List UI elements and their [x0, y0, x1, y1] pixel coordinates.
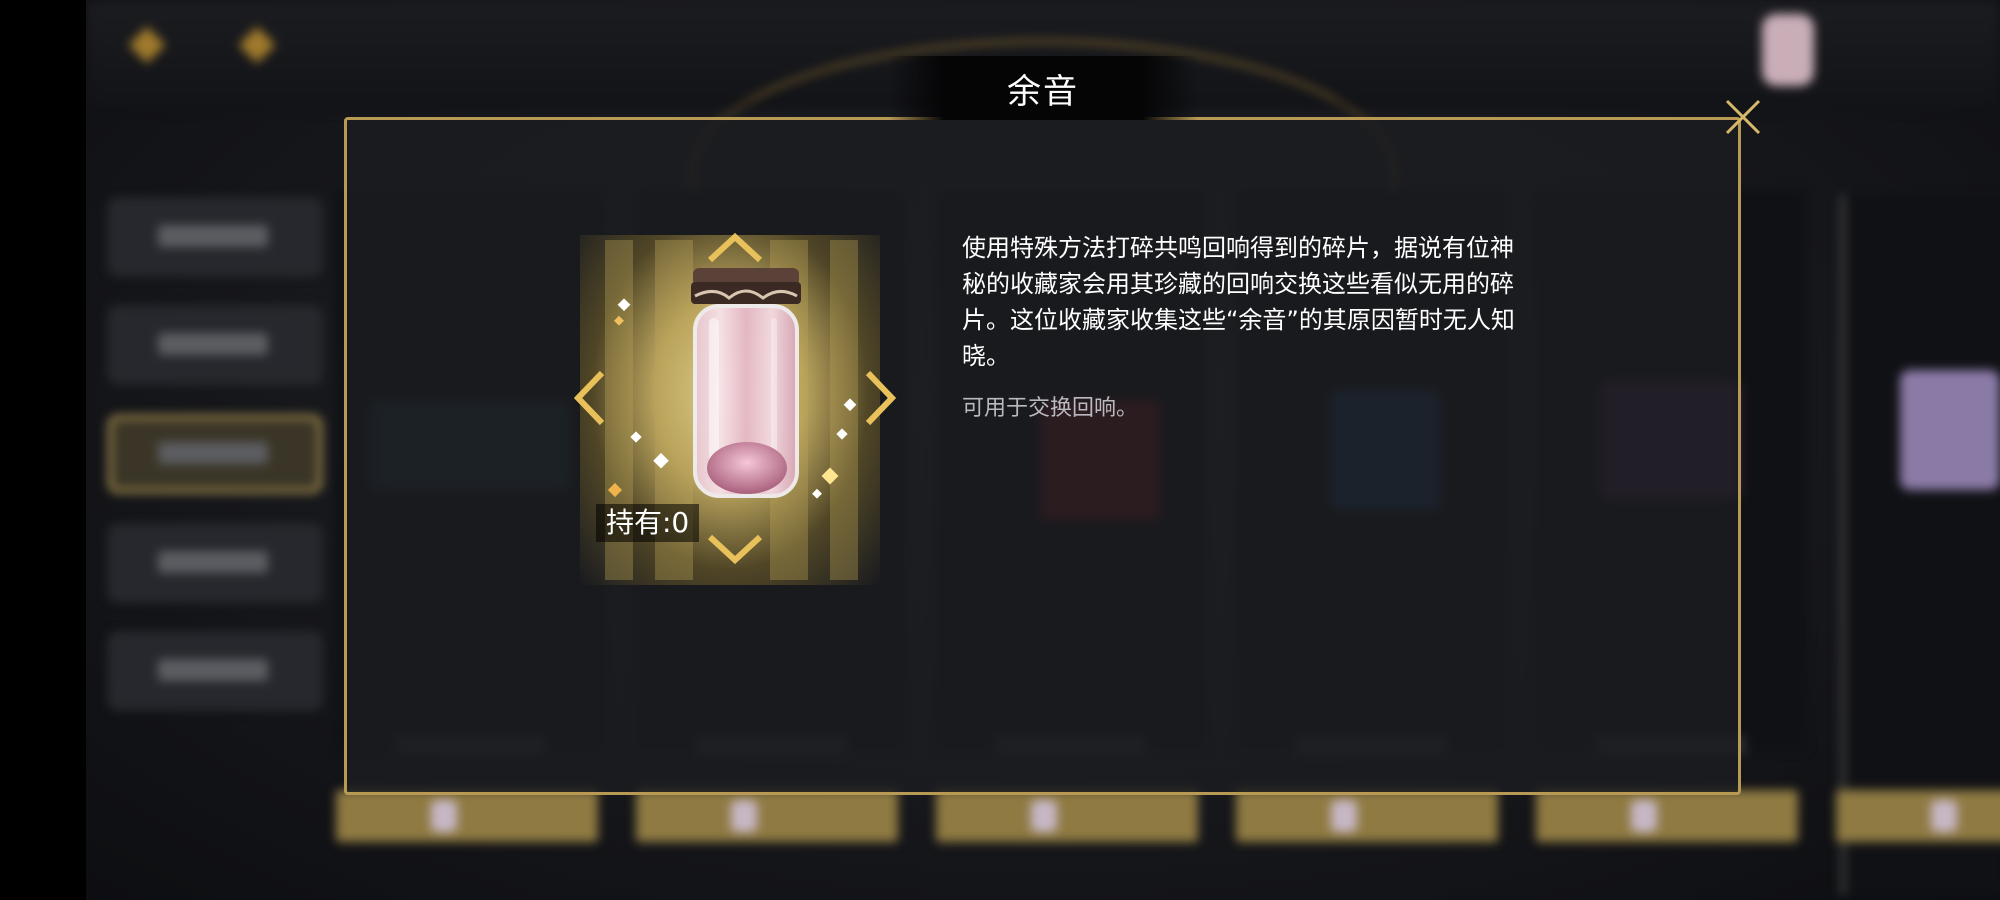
- bg-side-button: [108, 415, 322, 493]
- close-icon[interactable]: [1722, 96, 1764, 138]
- bg-side-button: [108, 632, 322, 710]
- bg-side-button: [108, 524, 322, 602]
- bg-side-button: [108, 198, 322, 276]
- item-detail-dialog: [344, 117, 1741, 795]
- held-count-label: 持有:0: [596, 504, 700, 542]
- dialog-title: 余音: [1007, 71, 1079, 112]
- bg-gold-button: [636, 790, 898, 842]
- item-description: 使用特殊方法打碎共鸣回响得到的碎片，据说有位神秘的收藏家会用其珍藏的回响交换这些…: [962, 234, 1515, 370]
- bg-avatar: [1762, 14, 1814, 86]
- bg-side-button: [108, 306, 322, 384]
- left-letterbox: [0, 0, 86, 900]
- bg-gold-button: [936, 790, 1198, 842]
- bg-gold-button: [1236, 790, 1498, 842]
- glass-jar-icon: [691, 268, 801, 498]
- bg-item-image: [1900, 370, 2000, 490]
- bg-gold-button: [1536, 790, 1798, 842]
- bg-gold-button: [336, 790, 598, 842]
- item-usage-text: 可用于交换回响。: [962, 396, 1139, 421]
- dialog-title-bar: 余音: [888, 56, 1198, 120]
- bg-gold-button: [1836, 790, 2000, 842]
